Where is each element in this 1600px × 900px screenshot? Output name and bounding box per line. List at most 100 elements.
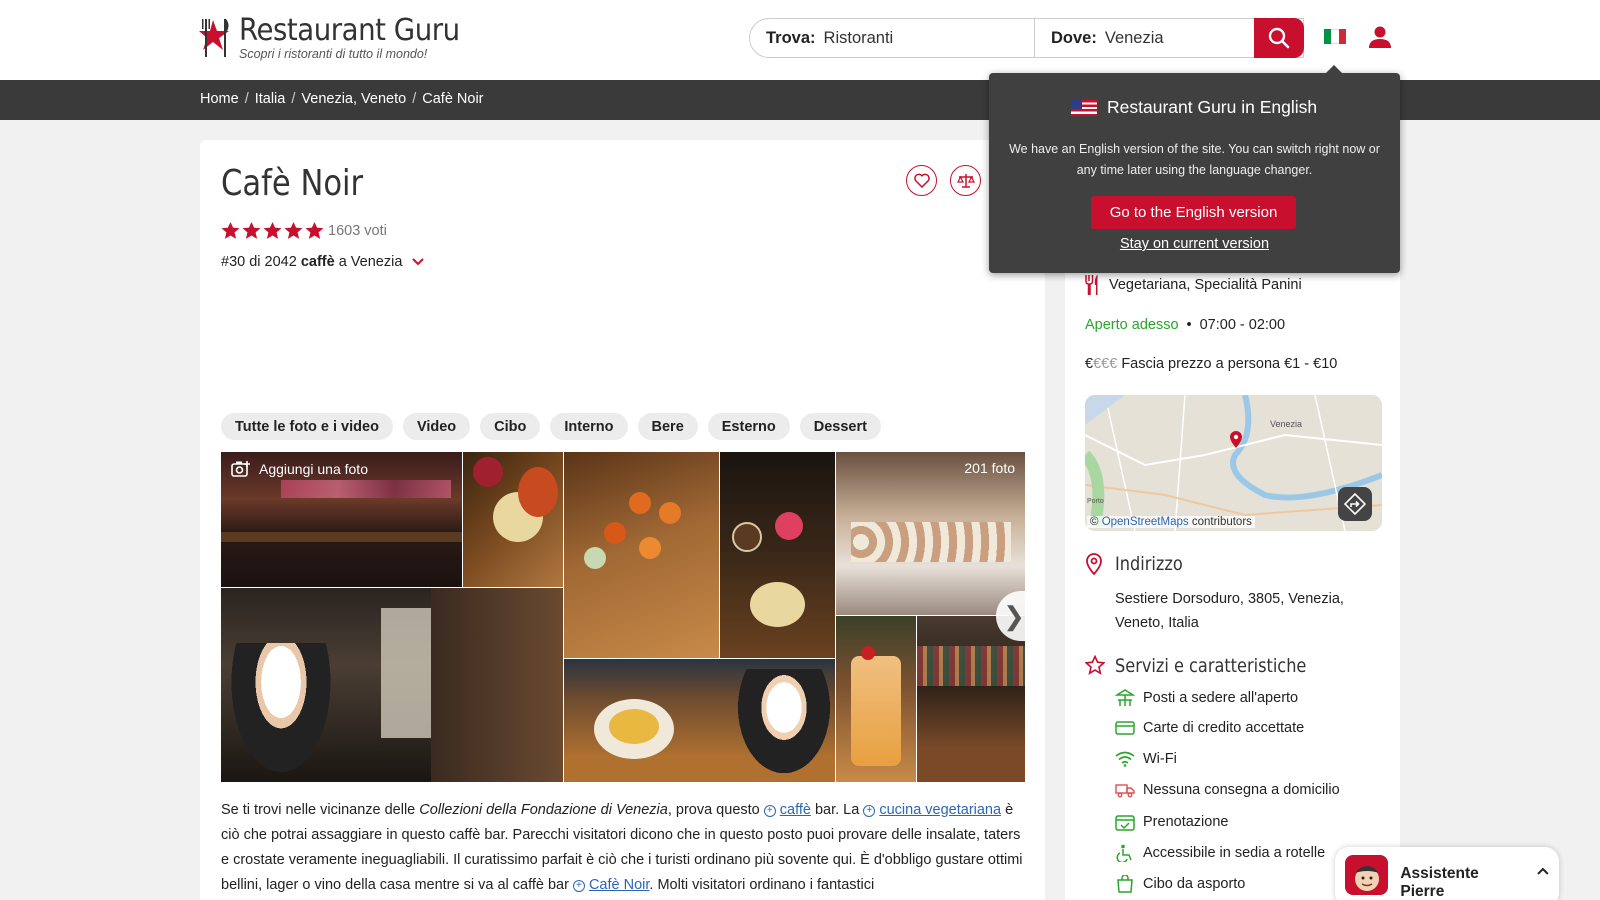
heart-icon bbox=[913, 173, 930, 188]
dot-separator: • bbox=[1186, 317, 1192, 333]
stay-current-version-link[interactable]: Stay on current version bbox=[989, 236, 1400, 252]
search-bar: Trova: Ristoranti Dove: Venezia bbox=[749, 18, 1304, 58]
feature-label: Nessuna consegna a domicilio bbox=[1143, 782, 1340, 798]
desc-text: , prova questo bbox=[667, 802, 764, 818]
breadcrumb-city[interactable]: Venezia, Veneto bbox=[301, 91, 406, 107]
tab-interior[interactable]: Interno bbox=[550, 413, 628, 440]
language-popup: Restaurant Guru in English We have an En… bbox=[989, 65, 1400, 273]
fork-knife-icon bbox=[1085, 275, 1098, 295]
address-title: Indirizzo bbox=[1115, 553, 1183, 575]
feature-credit-cards: Carte di credito accettate bbox=[1115, 720, 1304, 736]
feature-outdoor-seating: Posti a sedere all'aperto bbox=[1115, 689, 1298, 707]
feature-wifi: Wi-Fi bbox=[1115, 751, 1177, 767]
location-pin-icon bbox=[1086, 553, 1102, 575]
favorite-button[interactable] bbox=[906, 165, 937, 196]
search-where-label: Dove: bbox=[1051, 28, 1097, 47]
feature-reservation: Prenotazione bbox=[1115, 813, 1228, 831]
calendar-check-icon bbox=[1115, 815, 1135, 831]
camera-plus-icon bbox=[231, 461, 250, 477]
votes-count[interactable]: 1603 voti bbox=[328, 223, 387, 239]
delivery-truck-icon bbox=[1115, 784, 1135, 798]
popup-text: We have an English version of the site. … bbox=[1009, 142, 1380, 177]
feature-label: Wi-Fi bbox=[1143, 751, 1177, 767]
map-credit-link[interactable]: OpenStreetMaps bbox=[1102, 516, 1189, 528]
address: Sestiere Dorsoduro, 3805, Venezia, Venet… bbox=[1115, 591, 1344, 631]
header: Restaurant Guru Scopri i ristoranti di t… bbox=[0, 0, 1600, 80]
tab-dessert[interactable]: Dessert bbox=[799, 413, 881, 440]
popup-header: Restaurant Guru in English bbox=[1071, 97, 1317, 118]
tab-drinks[interactable]: Bere bbox=[637, 413, 698, 440]
tab-all-photos[interactable]: Tutte le foto e i video bbox=[221, 413, 393, 440]
cuisine-text: Vegetariana, Specialità Panini bbox=[1109, 277, 1302, 293]
rank-category: caffè bbox=[300, 254, 335, 270]
photo-tabs: Tutte le foto e i video Video Cibo Inter… bbox=[221, 413, 881, 440]
map-attribution: © OpenStreetMaps contributors bbox=[1087, 516, 1255, 528]
ranking[interactable]: #30 di 2042 caffè a Venezia bbox=[221, 254, 425, 270]
chevron-right-icon: ❯ bbox=[1003, 600, 1025, 631]
map-credit-prefix: © bbox=[1090, 516, 1099, 528]
photo-drinks-table[interactable] bbox=[463, 452, 563, 587]
map-place-label: Porto bbox=[1087, 498, 1104, 505]
plus-circle-icon: + bbox=[572, 880, 585, 892]
feature-label: Prenotazione bbox=[1143, 814, 1229, 830]
search-where-field[interactable]: Dove: Venezia bbox=[1035, 19, 1255, 57]
restaurant-name: Cafè Noir bbox=[221, 163, 364, 204]
map-city-label: Venezia bbox=[1270, 419, 1302, 429]
price-range: €€€€ Fascia prezzo a persona €1 - €10 bbox=[1085, 356, 1337, 372]
us-flag-icon bbox=[1071, 99, 1097, 116]
rank-prefix: #30 di 2042 bbox=[221, 254, 297, 270]
credit-card-icon bbox=[1115, 721, 1135, 735]
logo-title: Restaurant Guru bbox=[239, 13, 460, 48]
feature-takeaway: Cibo da asporto bbox=[1115, 875, 1245, 893]
popup-title: Restaurant Guru in English bbox=[1107, 97, 1318, 117]
photo-cocktails[interactable] bbox=[720, 452, 835, 658]
search-where-value[interactable]: Venezia bbox=[1105, 29, 1164, 48]
photo-cocktail-glass[interactable] bbox=[836, 616, 916, 782]
logo-subtitle: Scopri i ristoranti di tutto il mondo! bbox=[239, 47, 428, 61]
desc-link-restaurant[interactable]: Cafè Noir bbox=[589, 877, 649, 893]
italian-flag-icon[interactable] bbox=[1324, 29, 1346, 44]
logo-icon bbox=[199, 16, 235, 58]
feature-no-delivery: Nessuna consegna a domicilio bbox=[1115, 782, 1340, 798]
scale-icon bbox=[956, 173, 975, 188]
breadcrumb-country[interactable]: Italia bbox=[255, 91, 286, 107]
hours-range: 07:00 - 02:00 bbox=[1199, 317, 1286, 333]
tab-exterior[interactable]: Esterno bbox=[707, 413, 790, 440]
search-button[interactable] bbox=[1254, 18, 1304, 58]
assistant-widget[interactable]: Assistente Pierre bbox=[1335, 847, 1559, 900]
logo[interactable]: Restaurant Guru Scopri i ristoranti di t… bbox=[199, 16, 479, 62]
wheelchair-icon bbox=[1116, 844, 1132, 862]
breadcrumb-current: Cafè Noir bbox=[422, 91, 484, 107]
desc-link-cafe[interactable]: caffè bbox=[780, 802, 811, 818]
chevron-up-icon[interactable] bbox=[1537, 867, 1549, 875]
user-icon[interactable] bbox=[1368, 25, 1392, 49]
desc-landmark: Collezioni della Fondazione di Venezia bbox=[419, 802, 668, 818]
photo-cafe-interior[interactable] bbox=[221, 588, 563, 782]
search-what-value[interactable]: Ristoranti bbox=[824, 29, 894, 48]
search-what-field[interactable]: Trova: Ristoranti bbox=[750, 19, 1035, 57]
plus-circle-icon: + bbox=[763, 805, 776, 817]
cuisine: Vegetariana, Specialità Panini bbox=[1085, 275, 1302, 295]
rank-suffix: a Venezia bbox=[338, 254, 403, 270]
tab-food[interactable]: Cibo bbox=[480, 413, 541, 440]
english-version-button[interactable]: Go to the English version bbox=[1091, 196, 1296, 229]
search-icon bbox=[1268, 27, 1290, 49]
chevron-down-icon[interactable] bbox=[412, 258, 425, 266]
photo-food-plates[interactable] bbox=[564, 659, 835, 782]
photo-bar-counter[interactable] bbox=[917, 616, 1025, 782]
opening-hours[interactable]: Aperto adesso • 07:00 - 02:00 bbox=[1085, 317, 1285, 333]
breadcrumb-home[interactable]: Home bbox=[200, 91, 239, 107]
add-photo-button[interactable]: Aggiungi una foto bbox=[231, 460, 368, 477]
feature-label: Posti a sedere all'aperto bbox=[1143, 690, 1299, 706]
tab-video[interactable]: Video bbox=[402, 413, 471, 440]
compare-button[interactable] bbox=[950, 165, 981, 196]
breadcrumb-separator: / bbox=[291, 91, 296, 107]
breadcrumb-separator: / bbox=[412, 91, 417, 107]
photo-spritz-tray[interactable] bbox=[564, 452, 719, 658]
photo-count[interactable]: 201 foto bbox=[964, 460, 1015, 476]
desc-link-vegetarian[interactable]: cucina vegetariana bbox=[879, 802, 1001, 818]
photo-pastry-counter[interactable] bbox=[836, 452, 1025, 615]
price-text: Fascia prezzo a persona €1 - €10 bbox=[1121, 356, 1338, 372]
desc-text: . Molti visitatori ordinano i fantastici bbox=[649, 877, 875, 893]
directions-button[interactable] bbox=[1338, 487, 1372, 521]
